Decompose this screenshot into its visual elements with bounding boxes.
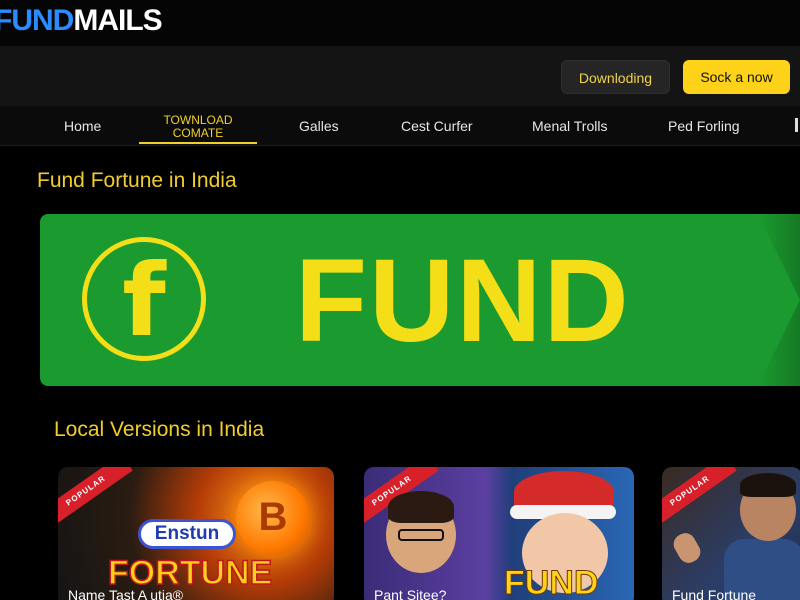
hero-title: Fund Fortune in India xyxy=(37,169,237,192)
logo-part-fund: FUND xyxy=(0,4,74,37)
nav-overflow-indicator[interactable] xyxy=(795,118,798,132)
chevron-right-icon xyxy=(758,214,800,386)
hero-banner[interactable]: f FUND xyxy=(40,214,800,386)
card-title-art: FUND xyxy=(503,564,599,600)
glasses-icon xyxy=(398,529,444,541)
action-bar: Downloding Sock a now xyxy=(0,46,800,106)
coin-symbol: B xyxy=(258,495,288,539)
character-hair xyxy=(740,473,796,497)
character-hair xyxy=(388,491,454,523)
nav-item-menal-trolls[interactable]: Menal Trolls xyxy=(532,106,607,146)
card-caption: Pant Sitee? xyxy=(374,587,447,600)
fund-logo-icon: f xyxy=(82,237,206,361)
stock-now-button[interactable]: Sock a now xyxy=(683,60,790,94)
nav-item-ped-forling[interactable]: Ped Forling xyxy=(668,106,740,146)
nav-item-home[interactable]: Home xyxy=(64,106,101,146)
nav-item-galles[interactable]: Galles xyxy=(299,106,339,146)
brand-bar: FUNDMAILS xyxy=(0,0,800,46)
main-nav: Home TOWNLOAD COMATE Galles Cest Curfer … xyxy=(0,106,800,146)
banner-word: FUND xyxy=(295,235,631,367)
popular-ribbon: POPULAR xyxy=(662,467,737,528)
pointing-hand-icon xyxy=(669,529,705,567)
site-logo[interactable]: FUNDMAILS xyxy=(0,4,163,38)
logo-part-mails: MAILS xyxy=(73,4,162,37)
fund-logo-letter: f xyxy=(122,242,166,359)
nav-item-cest-curfer[interactable]: Cest Curfer xyxy=(401,106,473,146)
local-versions-title: Local Versions in India xyxy=(54,418,265,441)
card-caption: Name Tast A utia® xyxy=(68,587,184,600)
game-card-fortune[interactable]: POPULAR B Enstun FORTUNE Name Tast A uti… xyxy=(58,467,334,600)
nav-item-download-comate[interactable]: TOWNLOAD COMATE xyxy=(139,106,257,144)
card-badge: Enstun xyxy=(138,519,236,549)
game-card-fund-fortune[interactable]: POPULAR Fund Fortune xyxy=(662,467,800,600)
downloading-button[interactable]: Downloding xyxy=(561,60,670,94)
game-card-fund[interactable]: POPULAR FUND Pant Sitee? xyxy=(364,467,634,600)
bitcoin-coin-icon: B xyxy=(236,481,310,555)
popular-ribbon: POPULAR xyxy=(58,467,133,528)
nav-item-download-line2: COMATE xyxy=(172,126,224,140)
card-caption: Fund Fortune xyxy=(672,587,757,600)
